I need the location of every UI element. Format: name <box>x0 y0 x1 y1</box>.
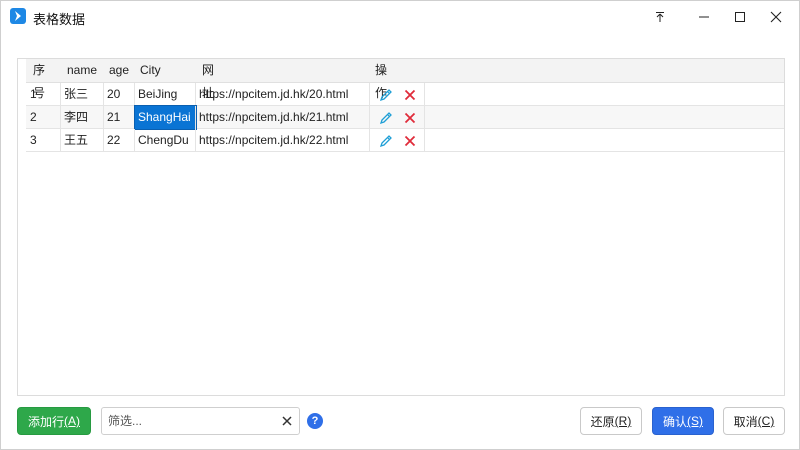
maximize-icon <box>735 11 745 22</box>
app-logo-icon <box>10 8 26 24</box>
pencil-icon[interactable] <box>378 110 394 126</box>
header-name[interactable]: name <box>67 59 97 82</box>
cancel-label: 取消 <box>733 414 758 429</box>
cell-url[interactable]: https://npcitem.jd.hk/21.html <box>196 106 370 129</box>
table-row[interactable]: 3 王五 22 ChengDu https://npcitem.jd.hk/22… <box>26 129 784 152</box>
cell-city[interactable]: ChengDu <box>135 129 196 152</box>
confirm-shortcut: (S) <box>687 414 703 428</box>
data-grid: 序号 name age City 网址 操作 1 张三 20 BeiJing h… <box>17 58 785 396</box>
delete-x-icon[interactable] <box>402 133 418 149</box>
confirm-label: 确认 <box>662 414 687 429</box>
delete-x-icon[interactable] <box>402 110 418 126</box>
cell-age[interactable]: 22 <box>104 129 135 152</box>
confirm-button[interactable]: 确认 (S) <box>652 407 714 435</box>
cell-index[interactable]: 3 <box>26 129 61 152</box>
header-city[interactable]: City <box>140 59 161 82</box>
cancel-shortcut: (C) <box>757 414 775 428</box>
cell-name[interactable]: 李四 <box>61 106 104 129</box>
cell-url[interactable]: https://npcitem.jd.hk/22.html <box>196 129 370 152</box>
reset-shortcut: (R) <box>614 414 632 428</box>
cell-actions <box>370 83 425 106</box>
cell-actions <box>370 129 425 152</box>
cell-age[interactable]: 20 <box>104 83 135 106</box>
table-row[interactable]: 1 张三 20 BeiJing https://npcitem.jd.hk/20… <box>26 83 784 106</box>
clear-x-icon[interactable] <box>280 414 294 428</box>
maximize-button[interactable] <box>721 1 759 32</box>
title-bar: 表格数据 <box>1 1 799 32</box>
close-button[interactable] <box>757 1 795 32</box>
header-actions: 操作 <box>375 63 388 100</box>
table-row[interactable]: 2 李四 21 ShangHai https://npcitem.jd.hk/2… <box>26 105 784 130</box>
add-row-shortcut: (A) <box>64 414 80 428</box>
reset-label: 还原 <box>590 414 615 429</box>
close-icon <box>770 11 782 22</box>
minimize-icon <box>699 16 709 17</box>
cell-city[interactable]: BeiJing <box>135 83 196 106</box>
delete-x-icon[interactable] <box>402 87 418 103</box>
filter-input[interactable] <box>108 412 276 430</box>
minimize-button[interactable] <box>685 1 723 32</box>
filter-box <box>101 407 300 435</box>
reset-button[interactable]: 还原 (R) <box>580 407 642 435</box>
cell-index[interactable]: 1 <box>26 83 61 106</box>
cell-actions <box>370 106 425 129</box>
cancel-button[interactable]: 取消 (C) <box>723 407 785 435</box>
cell-age[interactable]: 21 <box>104 106 135 129</box>
header-index[interactable]: 序号 <box>33 59 45 100</box>
cell-url[interactable]: https://npcitem.jd.hk/20.html <box>196 83 370 106</box>
window-title: 表格数据 <box>33 12 86 27</box>
pencil-icon[interactable] <box>378 133 394 149</box>
pencil-icon[interactable] <box>378 87 394 103</box>
cell-city-selected[interactable]: ShangHai <box>134 105 197 130</box>
header-url[interactable]: 网址 <box>202 59 214 100</box>
cell-index[interactable]: 2 <box>26 106 61 129</box>
cell-name[interactable]: 张三 <box>61 83 104 106</box>
pin-button[interactable] <box>641 1 679 32</box>
add-row-button[interactable]: 添加行 (A) <box>17 407 91 435</box>
cell-name[interactable]: 王五 <box>61 129 104 152</box>
add-row-label: 添加行 <box>27 414 64 429</box>
pin-icon <box>656 11 664 22</box>
header-age[interactable]: age <box>109 59 129 82</box>
dialog-window: 表格数据 序号 name age City 网址 操作 1 张三 20 BeiJ… <box>0 0 800 450</box>
help-icon[interactable]: ? <box>307 413 323 429</box>
